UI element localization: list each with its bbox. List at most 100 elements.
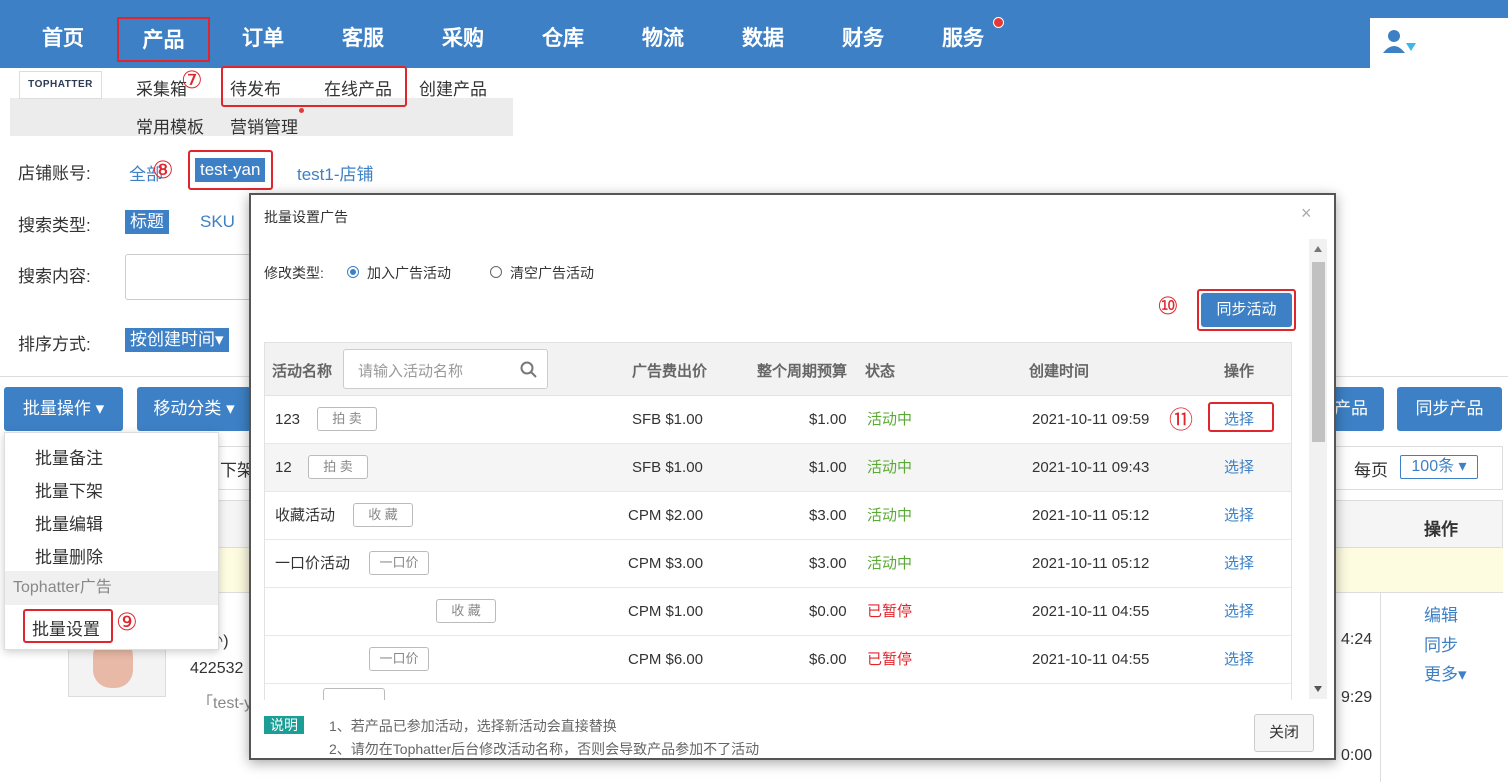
nav-item-orders[interactable]: 订单 [213,0,313,68]
store-test-yan[interactable]: test-yan [195,158,266,182]
campaign-type-tag: 一口价 [369,551,429,575]
menu-batch-delete[interactable]: 批量删除 [35,543,103,568]
table-row-partial [264,684,1293,700]
submenu-pending[interactable]: 待发布 [230,75,281,100]
ops-column-header: 操作 [1424,520,1458,539]
campaign-type-tag: 拍 卖 [317,407,377,431]
th-created: 创建时间 [1029,363,1090,380]
table-row: 一口价活动 一口价 CPM $3.00 $3.00 活动中 2021-10-11… [264,540,1292,588]
campaign-name: 收藏活动 [275,507,336,524]
menu-section-tophatter-ads: Tophatter广告 [5,571,218,605]
annotation-7: ⑦ [181,67,203,94]
campaign-search-placeholder: 请输入活动名称 [358,363,464,380]
campaign-search-input[interactable]: 请输入活动名称 [343,349,548,389]
campaign-budget: $3.00 [809,555,847,572]
th-name: 活动名称 [272,363,333,380]
campaign-budget: $1.00 [809,411,847,428]
note-line-2: 2、请勿在Tophatter后台修改活动名称，否则会导致产品参加不了活动 [329,741,760,757]
radio-add-campaign[interactable] [347,266,359,278]
select-link[interactable]: 选择 [1224,636,1254,684]
batch-ad-modal: 批量设置广告 × 修改类型: 加入广告活动 清空广告活动 ⑩ 同步活动 活动名称… [249,193,1336,760]
table-row: 12 拍 卖 SFB $1.00 $1.00 活动中 2021-10-11 09… [264,444,1292,492]
table-row: 收藏活动 收 藏 CPM $2.00 $3.00 活动中 2021-10-11 … [264,492,1292,540]
time-partial-1: 4:24 [1341,631,1373,648]
annotation-10: ⑩ [1157,293,1179,320]
search-type-title[interactable]: 标题 [125,210,169,234]
modal-scroll-thumb[interactable] [1312,262,1325,442]
nav-item-services[interactable]: 服务 [913,0,1013,68]
modal-title: 批量设置广告 [264,209,348,225]
tophatter-logo: TOPHATTER [19,71,102,99]
scroll-up-icon[interactable] [1313,245,1323,253]
submenu-online-products[interactable]: 在线产品 [324,75,392,100]
edit-link[interactable]: 编辑 [1424,601,1458,626]
menu-batch-set[interactable]: 批量设置 [32,615,100,640]
campaign-type-tag: 收 藏 [436,599,496,623]
menu-batch-remark[interactable]: 批量备注 [35,444,103,469]
campaign-status: 已暂停 [867,651,913,668]
campaign-budget: $1.00 [809,459,847,476]
submenu-create-product[interactable]: 创建产品 [419,75,487,100]
th-budget: 整个周期预算 [757,363,848,380]
scroll-down-icon[interactable] [1313,685,1323,693]
sync-campaigns-button[interactable]: 同步活动 [1201,293,1292,327]
campaign-status: 活动中 [867,555,913,572]
search-icon[interactable] [520,361,538,379]
user-icon [1383,30,1416,53]
time-partial-2: 9:29 [1341,689,1373,706]
nav-item-purchase[interactable]: 采购 [413,0,513,68]
marketing-dot [299,108,304,113]
menu-batch-edit[interactable]: 批量编辑 [35,510,103,535]
per-page-select[interactable]: 100条 ▾ [1400,455,1478,479]
time-partial-3: 0:00 [1341,747,1373,764]
annotation-8: ⑧ [152,157,174,184]
select-link[interactable]: 选择 [1224,588,1254,636]
select-link[interactable]: 选择 [1224,492,1254,540]
select-link[interactable]: 选择 [1224,540,1254,588]
more-link[interactable]: 更多▾ [1424,660,1467,685]
store-label: 店铺账号: [18,164,91,183]
menu-batch-delist[interactable]: 批量下架 [35,477,103,502]
submenu-collect-box[interactable]: 采集箱 [136,75,187,100]
batch-operations-button[interactable]: 批量操作 ▾ [4,387,123,431]
nav-item-home[interactable]: 首页 [13,0,113,68]
modal-close-icon[interactable]: × [1301,203,1312,224]
nav-item-data[interactable]: 数据 [713,0,813,68]
table-left-border [264,396,265,700]
campaign-status: 活动中 [867,507,913,524]
select-link[interactable]: 选择 [1224,444,1254,492]
campaign-type-tag: 拍 卖 [308,455,368,479]
campaign-budget: $3.00 [809,507,847,524]
move-category-button[interactable]: 移动分类 ▾ [137,387,251,431]
radio-clear-campaign[interactable] [490,266,502,278]
sync-link[interactable]: 同步 [1424,631,1458,656]
th-action: 操作 [1224,363,1255,380]
sort-select[interactable]: 按创建时间▾ [125,328,229,352]
select-link[interactable]: 选择 [1224,396,1254,444]
search-content-input[interactable] [125,254,251,300]
modify-type-label: 修改类型: [264,265,324,281]
notification-dot [993,17,1004,28]
search-type-sku[interactable]: SKU [200,212,235,232]
batch-operations-menu: 批量备注 批量下架 批量编辑 批量删除 Tophatter广告 批量设置 ⑨ [4,432,219,650]
campaign-type-tag-partial [323,688,385,700]
modal-close-button[interactable]: 关闭 [1254,714,1314,752]
campaign-status: 活动中 [867,411,913,428]
campaign-created: 2021-10-11 04:55 [1032,651,1150,668]
table-row: 一口价 CPM $6.00 $6.00 已暂停 2021-10-11 04:55… [264,636,1292,684]
nav-item-finance[interactable]: 财务 [813,0,913,68]
campaign-bid: CPM $6.00 [628,651,704,668]
sync-products-button[interactable]: 同步产品 [1397,387,1502,431]
submenu-marketing[interactable]: 营销管理 [230,113,298,138]
table-row: 收 藏 CPM $1.00 $0.00 已暂停 2021-10-11 04:55… [264,588,1292,636]
user-area[interactable] [1370,18,1508,68]
nav-item-products[interactable]: 产品 [117,17,210,62]
campaign-name: 123 [275,411,301,428]
submenu-templates[interactable]: 常用模板 [136,113,204,138]
store-test1[interactable]: test1-店铺 [297,160,374,185]
product-text-4: 「test-y [197,695,253,712]
nav-item-warehouse[interactable]: 仓库 [513,0,613,68]
note-line-1: 1、若产品已参加活动，选择新活动会直接替换 [329,718,617,734]
nav-item-service[interactable]: 客服 [313,0,413,68]
nav-item-logistics[interactable]: 物流 [613,0,713,68]
